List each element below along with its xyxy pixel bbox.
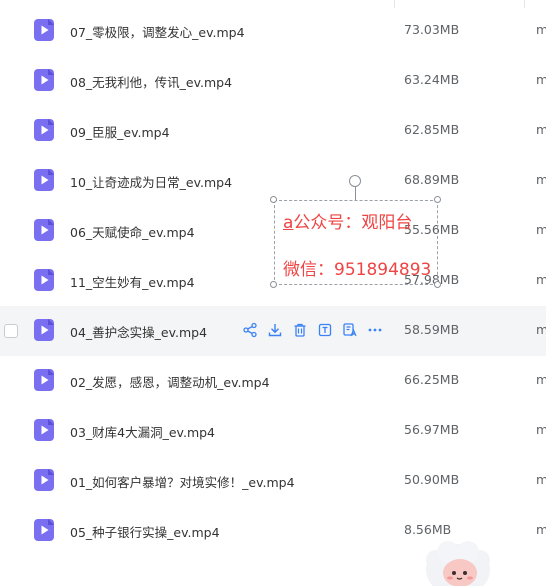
- file-row[interactable]: 03_财库4大漏洞_ev.mp4 56.97MB m: [0, 406, 546, 456]
- file-modified: m: [536, 222, 546, 237]
- file-modified: m: [536, 372, 546, 387]
- video-file-icon: [34, 269, 54, 291]
- watermark-rotate-stem: [355, 186, 356, 200]
- file-name[interactable]: 10_让奇迹成为日常_ev.mp4: [70, 172, 232, 191]
- file-name[interactable]: 07_零极限，调整发心_ev.mp4: [70, 22, 245, 41]
- video-file-icon: [34, 519, 54, 541]
- file-name[interactable]: 09_臣服_ev.mp4: [70, 122, 170, 141]
- file-size: 66.25MB: [404, 372, 460, 387]
- file-size: 73.03MB: [404, 22, 460, 37]
- more-icon[interactable]: [367, 322, 383, 338]
- video-file-icon: [34, 69, 54, 91]
- share-icon[interactable]: [242, 322, 258, 338]
- translate-icon[interactable]: [342, 322, 358, 338]
- extract-text-icon[interactable]: [317, 322, 333, 338]
- file-row[interactable]: 07_零极限，调整发心_ev.mp4 73.03MB m: [0, 6, 546, 56]
- file-modified: m: [536, 172, 546, 187]
- file-modified: m: [536, 72, 546, 87]
- video-file-icon: [34, 469, 54, 491]
- watermark-text: 公众号：观阳台: [293, 213, 413, 233]
- file-modified: m: [536, 122, 546, 137]
- video-file-icon: [34, 169, 54, 191]
- delete-icon[interactable]: [292, 322, 308, 338]
- watermark-text-line2: 微信：951894893: [283, 260, 432, 280]
- file-modified: m: [536, 522, 546, 537]
- file-modified: m: [536, 322, 546, 337]
- mascot-assistant-icon[interactable]: [424, 540, 492, 586]
- file-row[interactable]: 08_无我利他，传讯_ev.mp4 63.24MB m: [0, 56, 546, 106]
- download-icon[interactable]: [267, 322, 283, 338]
- watermark-rotate-handle[interactable]: [349, 175, 361, 187]
- watermark-resize-handle[interactable]: [434, 196, 441, 203]
- video-file-icon: [34, 419, 54, 441]
- watermark-resize-handle[interactable]: [270, 196, 277, 203]
- file-name[interactable]: 05_种子银行实操_ev.mp4: [70, 522, 220, 541]
- file-modified: m: [536, 472, 546, 487]
- file-row[interactable]: 04_善护念实操_ev.mp4 58.59MB m: [0, 306, 546, 356]
- file-row[interactable]: 09_臣服_ev.mp4 62.85MB m: [0, 106, 546, 156]
- file-size: 63.24MB: [404, 72, 460, 87]
- file-size: 62.85MB: [404, 122, 460, 137]
- video-file-icon: [34, 119, 54, 141]
- file-name[interactable]: 01_如何客户暴增？对境实修！_ev.mp4: [70, 472, 295, 491]
- file-modified: m: [536, 272, 546, 287]
- file-name[interactable]: 11_空生妙有_ev.mp4: [70, 272, 195, 291]
- file-name[interactable]: 02_发愿，感恩，调整动机_ev.mp4: [70, 372, 270, 391]
- file-name[interactable]: 04_善护念实操_ev.mp4: [70, 322, 207, 341]
- video-file-icon: [34, 369, 54, 391]
- file-size: 50.90MB: [404, 472, 460, 487]
- file-size: 56.97MB: [404, 422, 460, 437]
- watermark-text-line1: a公众号：观阳台: [283, 208, 412, 233]
- video-file-icon: [34, 219, 54, 241]
- video-file-icon: [34, 19, 54, 41]
- file-size: 8.56MB: [404, 522, 452, 537]
- file-row[interactable]: 01_如何客户暴增？对境实修！_ev.mp4 50.90MB m: [0, 456, 546, 506]
- file-size: 58.59MB: [404, 322, 460, 337]
- watermark-prefix: a: [283, 213, 294, 233]
- file-name[interactable]: 08_无我利他，传讯_ev.mp4: [70, 72, 232, 91]
- row-checkbox[interactable]: [4, 324, 18, 338]
- video-file-icon: [34, 319, 54, 341]
- watermark-resize-handle[interactable]: [434, 281, 441, 288]
- file-size: 68.89MB: [404, 172, 460, 187]
- file-name[interactable]: 03_财库4大漏洞_ev.mp4: [70, 422, 215, 441]
- file-row[interactable]: 06_天赋使命_ev.mp4 55.56MB m: [0, 206, 546, 256]
- file-row[interactable]: 02_发愿，感恩，调整动机_ev.mp4 66.25MB m: [0, 356, 546, 406]
- file-modified: m: [536, 22, 546, 37]
- file-name[interactable]: 06_天赋使命_ev.mp4: [70, 222, 195, 241]
- file-modified: m: [536, 422, 546, 437]
- watermark-resize-handle[interactable]: [270, 281, 277, 288]
